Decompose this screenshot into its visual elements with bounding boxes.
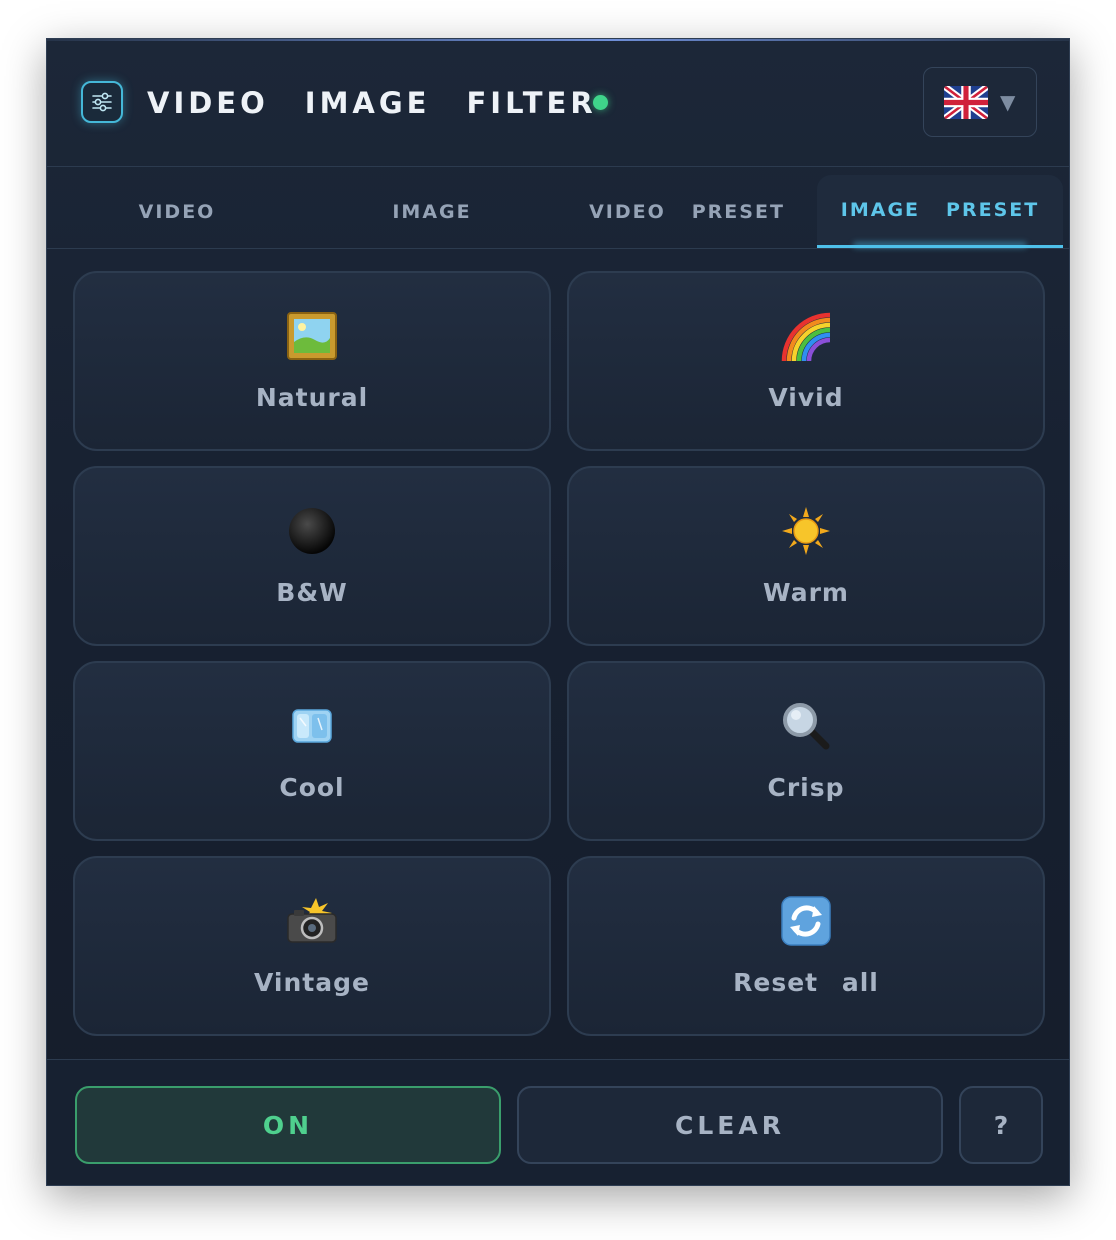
status-indicator xyxy=(593,95,608,110)
tab-label: VIDEO xyxy=(589,200,666,223)
preset-label: Warm xyxy=(763,578,849,607)
on-toggle-button[interactable]: ON xyxy=(75,1086,501,1164)
preset-label: Vivid xyxy=(768,383,844,412)
refresh-icon xyxy=(569,894,1043,948)
rainbow-icon xyxy=(569,309,1043,363)
footer-bar: ON CLEAR ? xyxy=(47,1059,1069,1185)
preset-vivid-button[interactable]: Vivid xyxy=(567,271,1045,451)
title-word: IMAGE xyxy=(304,86,431,120)
preset-crisp-button[interactable]: Crisp xyxy=(567,661,1045,841)
tab-label: IMAGE xyxy=(840,199,921,221)
magnifier-icon xyxy=(569,699,1043,753)
title-word: VIDEO xyxy=(147,86,269,120)
header: VIDEO IMAGE FILTER ▼ xyxy=(47,39,1069,167)
sliders-icon xyxy=(81,81,123,123)
chevron-down-icon: ▼ xyxy=(1000,90,1016,114)
tab-video[interactable]: VIDEO xyxy=(47,175,307,248)
tab-label: PRESET xyxy=(946,199,1040,221)
ice-cube-icon xyxy=(75,699,549,753)
preset-reset-all-button[interactable]: Reset all xyxy=(567,856,1045,1036)
camera-flash-icon xyxy=(75,894,549,948)
black-circle-icon xyxy=(75,504,549,558)
tab-label: IMAGE xyxy=(392,200,472,223)
tab-image-preset[interactable]: IMAGE PRESET xyxy=(817,175,1063,248)
tab-image[interactable]: IMAGE xyxy=(307,175,557,248)
preset-vintage-button[interactable]: Vintage xyxy=(73,856,551,1036)
preset-cool-button[interactable]: Cool xyxy=(73,661,551,841)
preset-label: B&W xyxy=(276,578,348,607)
filter-panel: VIDEO IMAGE FILTER ▼ VIDEO IMAGE VIDEO P… xyxy=(46,38,1070,1186)
preset-label: Vintage xyxy=(254,968,370,997)
tab-label: VIDEO xyxy=(138,200,216,223)
help-button[interactable]: ? xyxy=(959,1086,1043,1164)
tab-label: PRESET xyxy=(691,200,785,223)
framed-picture-icon xyxy=(75,309,549,363)
app-title: VIDEO IMAGE FILTER xyxy=(147,83,597,123)
tab-bar: VIDEO IMAGE VIDEO PRESET IMAGE PRESET xyxy=(47,167,1069,249)
title-word: FILTER xyxy=(466,86,597,120)
preset-bw-button[interactable]: B&W xyxy=(73,466,551,646)
preset-label: Cool xyxy=(279,773,345,802)
language-selector[interactable]: ▼ xyxy=(923,67,1037,137)
sun-icon xyxy=(569,504,1043,558)
preset-label: Natural xyxy=(255,383,369,412)
uk-flag-icon xyxy=(944,86,988,119)
tab-video-preset[interactable]: VIDEO PRESET xyxy=(557,175,817,248)
preset-natural-button[interactable]: Natural xyxy=(73,271,551,451)
clear-button[interactable]: CLEAR xyxy=(517,1086,943,1164)
preset-label: Reset all xyxy=(733,968,879,997)
preset-warm-button[interactable]: Warm xyxy=(567,466,1045,646)
preset-label: Crisp xyxy=(767,773,845,802)
